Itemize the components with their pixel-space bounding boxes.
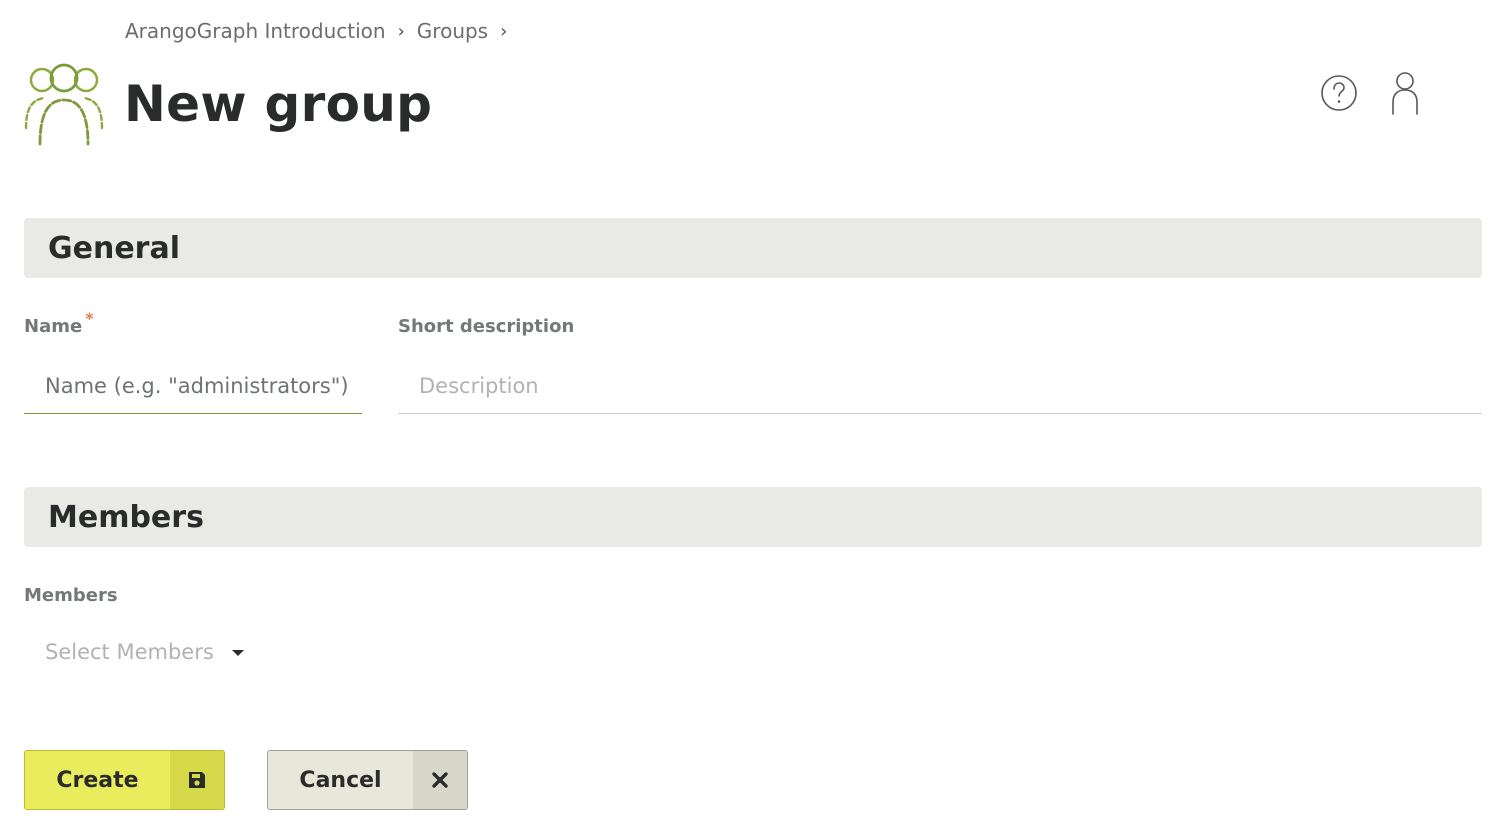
save-icon	[170, 751, 224, 809]
page-title: New group	[124, 75, 433, 133]
chevron-down-icon	[231, 650, 244, 656]
group-icon	[24, 63, 104, 146]
description-input[interactable]	[398, 358, 1482, 414]
required-marker: *	[85, 309, 94, 328]
section-members-header: Members	[24, 487, 1482, 547]
name-label-text: Name	[24, 316, 83, 337]
breadcrumb-separator: ›	[397, 20, 405, 42]
members-select[interactable]: Select Members	[24, 630, 264, 674]
name-label: Name *	[24, 309, 94, 337]
create-button-label: Create	[56, 767, 139, 793]
breadcrumb-item-project[interactable]: ArangoGraph Introduction	[125, 19, 386, 43]
user-icon[interactable]	[1386, 70, 1424, 116]
breadcrumb-separator: ›	[500, 20, 508, 42]
section-general-header: General	[24, 218, 1482, 278]
cancel-button-label: Cancel	[299, 767, 382, 793]
short-description-label: Short description	[398, 316, 575, 337]
members-label: Members	[24, 585, 118, 606]
members-select-placeholder: Select Members	[45, 640, 214, 664]
create-button[interactable]: Create	[24, 750, 225, 810]
help-circle-icon[interactable]	[1318, 72, 1360, 114]
cancel-button[interactable]: Cancel	[267, 750, 468, 810]
breadcrumb-item-groups[interactable]: Groups	[417, 19, 488, 43]
name-input[interactable]	[24, 358, 362, 414]
close-icon	[413, 751, 467, 809]
breadcrumb: ArangoGraph Introduction › Groups ›	[125, 17, 509, 45]
